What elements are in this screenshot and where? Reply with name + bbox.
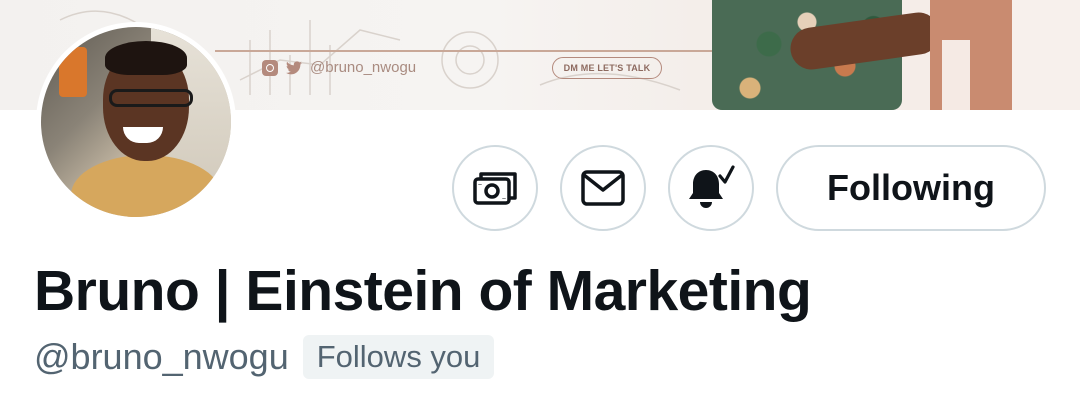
bell-check-icon <box>689 165 735 208</box>
twitter-bird-icon <box>286 60 302 74</box>
following-button[interactable]: Following <box>776 145 1046 231</box>
envelope-icon <box>581 170 625 206</box>
banner-divider-line <box>215 50 735 52</box>
profile-avatar[interactable] <box>36 22 236 222</box>
banner-brand-edge <box>1012 0 1080 110</box>
money-icon <box>473 172 517 205</box>
banner-social-handle: @bruno_nwogu <box>310 59 417 76</box>
tip-button[interactable] <box>452 145 538 231</box>
profile-display-name: Bruno | Einstein of Marketing <box>34 259 812 323</box>
handle-row: @bruno_nwogu Follows you <box>34 335 495 379</box>
banner-social-row: @bruno_nwogu <box>262 59 416 76</box>
follows-you-badge: Follows you <box>302 335 495 379</box>
avatar-glasses <box>109 89 193 107</box>
avatar-bg-orange <box>59 47 87 97</box>
notifications-button[interactable] <box>668 145 754 231</box>
profile-handle: @bruno_nwogu <box>34 336 289 377</box>
message-button[interactable] <box>560 145 646 231</box>
avatar-hair <box>105 41 187 75</box>
avatar-photo <box>41 27 231 217</box>
banner-brand-block-inner <box>942 40 970 110</box>
instagram-icon <box>262 59 278 76</box>
banner-cta-pill: DM ME LET'S TALK <box>552 57 662 79</box>
